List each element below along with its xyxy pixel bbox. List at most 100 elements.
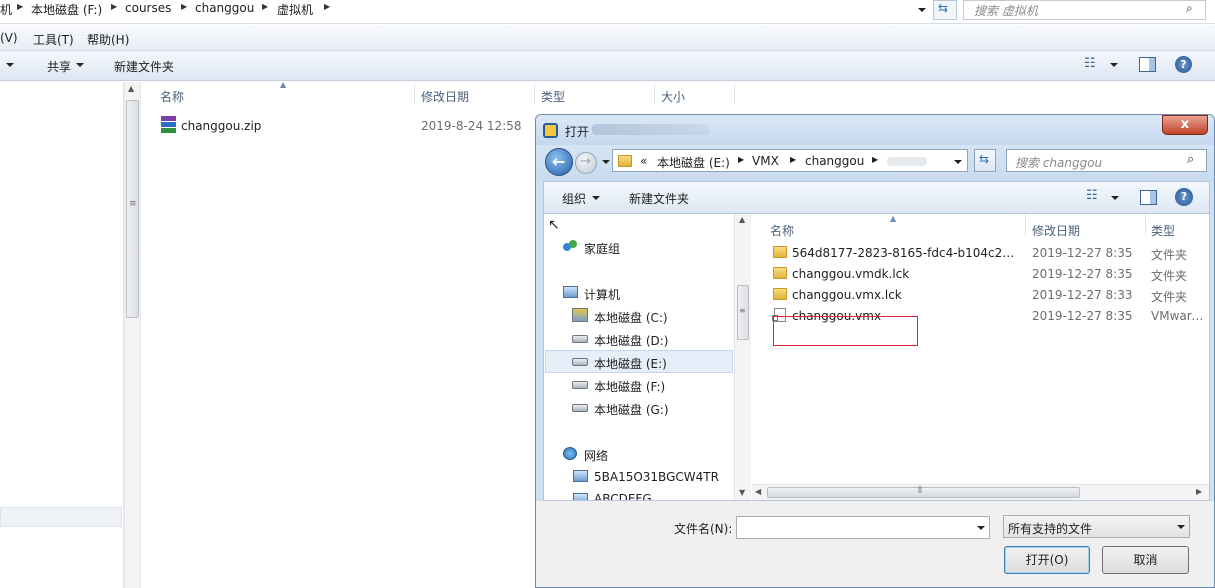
tree-vertical-scrollbar[interactable]: ▲ ≡ ▼ xyxy=(734,214,751,500)
search-box[interactable]: 搜索 虚拟机 ⌕ xyxy=(963,0,1206,20)
file-name[interactable]: 564d8177-2823-8165-fdc4-b104c24d... xyxy=(792,246,1020,260)
address-chevron-down-icon[interactable] xyxy=(954,160,962,164)
breadcrumb-item[interactable]: 虚拟机 xyxy=(277,1,313,18)
dialog-tree-pane[interactable]: ↖ 家庭组 计算机 本地磁盘 (C:) 本地磁盘 (D:) 本地磁盘 (E:) … xyxy=(544,214,734,500)
chevron-down-icon[interactable] xyxy=(6,63,14,67)
menu-tools[interactable]: 工具(T) xyxy=(33,31,74,48)
menu-view[interactable]: (V) xyxy=(0,31,18,45)
column-header-name[interactable]: 名称 xyxy=(770,222,794,239)
breadcrumb-item[interactable]: 机 xyxy=(0,1,12,18)
file-type-filter-select[interactable]: 所有支持的文件 xyxy=(1003,515,1190,538)
share-button[interactable]: 共享 xyxy=(47,58,71,75)
column-header-modified[interactable]: 修改日期 xyxy=(1032,222,1080,239)
breadcrumb-arrow-icon[interactable]: ▶ xyxy=(111,2,117,11)
breadcrumb-arrow-icon[interactable]: ▶ xyxy=(17,2,23,11)
filename-chevron-down-icon[interactable] xyxy=(977,526,985,530)
dialog-titlebar[interactable]: 打开 xyxy=(536,115,1214,145)
forward-button[interactable]: → xyxy=(575,152,597,174)
back-button[interactable]: ← xyxy=(545,148,573,176)
column-divider[interactable] xyxy=(414,84,415,104)
column-divider[interactable] xyxy=(734,84,735,104)
column-divider[interactable] xyxy=(1145,214,1146,236)
breadcrumb-arrow-icon[interactable]: ▶ xyxy=(872,155,878,164)
address-history-chevron-down-icon[interactable] xyxy=(918,8,926,12)
dialog-new-folder-button[interactable]: 新建文件夹 xyxy=(629,190,689,207)
search-input[interactable]: 搜索 虚拟机 xyxy=(974,2,1038,19)
scroll-left-arrow-icon[interactable]: ◀ xyxy=(755,487,761,496)
scroll-up-arrow-icon[interactable]: ▲ xyxy=(739,215,745,224)
breadcrumb-item[interactable]: 本地磁盘 (E:) xyxy=(657,154,730,171)
column-header-name[interactable]: 名称 xyxy=(160,88,184,105)
tree-item-homegroup[interactable]: 家庭组 xyxy=(584,240,620,257)
breadcrumb-arrow-icon[interactable]: ▶ xyxy=(790,155,796,164)
dialog-search-box[interactable]: 搜索 changgou ⌕ xyxy=(1006,149,1207,172)
scrollbar-thumb[interactable]: ≡ xyxy=(737,285,749,340)
navigation-pane-item[interactable] xyxy=(0,507,122,527)
menu-help[interactable]: 帮助(H) xyxy=(87,31,129,48)
column-header-type[interactable]: 类型 xyxy=(1151,222,1175,239)
breadcrumb-item[interactable]: VMX xyxy=(752,154,779,168)
dialog-search-input[interactable]: 搜索 changgou xyxy=(1015,154,1102,171)
breadcrumb-item[interactable]: courses xyxy=(125,1,171,15)
help-icon[interactable]: ? xyxy=(1175,188,1193,206)
scroll-up-arrow-icon[interactable]: ▲ xyxy=(128,84,134,93)
scroll-down-arrow-icon[interactable]: ▼ xyxy=(739,488,745,497)
breadcrumb-arrow-icon[interactable]: ▶ xyxy=(262,2,268,11)
organize-button[interactable]: 组织 xyxy=(562,190,586,207)
preview-pane-icon[interactable] xyxy=(1140,190,1157,205)
refresh-button[interactable]: ⇆ xyxy=(933,0,957,20)
view-options-icon[interactable]: ☷ xyxy=(1086,188,1098,203)
tree-item-network-computer[interactable]: 5BA15O31BGCW4TR xyxy=(594,470,719,484)
tree-item-drive-f[interactable]: 本地磁盘 (F:) xyxy=(594,378,665,395)
new-folder-button[interactable]: 新建文件夹 xyxy=(114,58,174,75)
column-divider[interactable] xyxy=(654,84,655,104)
tree-item-computer[interactable]: 计算机 xyxy=(584,286,620,303)
preview-pane-icon[interactable] xyxy=(1139,57,1156,72)
column-header-modified[interactable]: 修改日期 xyxy=(421,88,469,105)
breadcrumb-arrow-icon[interactable]: ▶ xyxy=(738,155,744,164)
breadcrumb-arrow-icon[interactable]: ▶ xyxy=(324,2,330,11)
help-icon[interactable]: ? xyxy=(1175,56,1192,73)
scrollbar-thumb[interactable]: ⦀ xyxy=(767,486,1080,498)
share-chevron-down-icon[interactable] xyxy=(76,63,84,67)
file-row[interactable]: 564d8177-2823-8165-fdc4-b104c24d... 2019… xyxy=(752,242,1209,263)
column-header-type[interactable]: 类型 xyxy=(541,88,565,105)
breadcrumb-item[interactable]: changgou xyxy=(195,1,254,15)
scrollbar-thumb[interactable]: ≡ xyxy=(126,100,139,318)
breadcrumb-arrow-icon[interactable]: ▶ xyxy=(181,2,187,11)
file-list-horizontal-scrollbar[interactable]: ◀ ⦀ ▶ xyxy=(752,484,1209,500)
view-chevron-down-icon[interactable] xyxy=(1111,196,1119,200)
search-icon[interactable]: ⌕ xyxy=(1187,152,1194,167)
column-header-size[interactable]: 大小 xyxy=(661,88,685,105)
breadcrumb-item[interactable]: changgou xyxy=(805,154,864,168)
scroll-right-arrow-icon[interactable]: ▶ xyxy=(1196,487,1202,496)
address-bar[interactable]: 机 ▶ 本地磁盘 (F:) ▶ courses ▶ changgou ▶ 虚拟机… xyxy=(0,0,1215,24)
file-row[interactable]: changgou.zip 2019-8-24 12:58 xyxy=(156,115,536,135)
breadcrumb-item[interactable]: 本地磁盘 (F:) xyxy=(31,1,102,18)
tree-item-network-computer[interactable]: ABCDEFG xyxy=(594,492,652,500)
tree-item-drive-g[interactable]: 本地磁盘 (G:) xyxy=(594,401,669,418)
file-name[interactable]: changgou.vmdk.lck xyxy=(792,267,909,281)
organize-chevron-down-icon[interactable] xyxy=(592,196,600,200)
filter-chevron-down-icon[interactable] xyxy=(1177,525,1185,529)
view-options-icon[interactable]: ☷ xyxy=(1084,56,1096,71)
close-button[interactable]: x xyxy=(1162,115,1208,135)
tree-item-drive-d[interactable]: 本地磁盘 (D:) xyxy=(594,332,668,349)
tree-item-network[interactable]: 网络 xyxy=(584,447,608,464)
search-icon[interactable]: ⌕ xyxy=(1186,1,1193,16)
open-button[interactable]: 打开(O) xyxy=(1004,546,1090,574)
dialog-refresh-button[interactable]: ⇆ xyxy=(974,149,996,172)
file-row[interactable]: changgou.vmx.lck 2019-12-27 8:33 文件夹 xyxy=(752,284,1209,305)
tree-item-drive-e[interactable]: 本地磁盘 (E:) xyxy=(594,355,667,372)
recent-pages-chevron-down-icon[interactable] xyxy=(602,160,610,164)
column-divider[interactable] xyxy=(534,84,535,104)
dialog-address-bar[interactable]: « 本地磁盘 (E:) ▶ VMX ▶ changgou ▶ xyxy=(612,149,968,172)
filename-combobox[interactable] xyxy=(736,516,990,539)
file-row[interactable]: changgou.vmdk.lck 2019-12-27 8:35 文件夹 xyxy=(752,263,1209,284)
view-chevron-down-icon[interactable] xyxy=(1110,63,1118,67)
breadcrumb-overflow[interactable]: « xyxy=(640,154,647,168)
cancel-button[interactable]: 取消 xyxy=(1102,546,1189,574)
dialog-file-list[interactable]: 名称 ▲ 修改日期 类型 564d8177-2823-8165-fdc4-b10… xyxy=(752,214,1209,500)
tree-item-drive-c[interactable]: 本地磁盘 (C:) xyxy=(594,309,668,326)
file-name[interactable]: changgou.vmx.lck xyxy=(792,288,902,302)
